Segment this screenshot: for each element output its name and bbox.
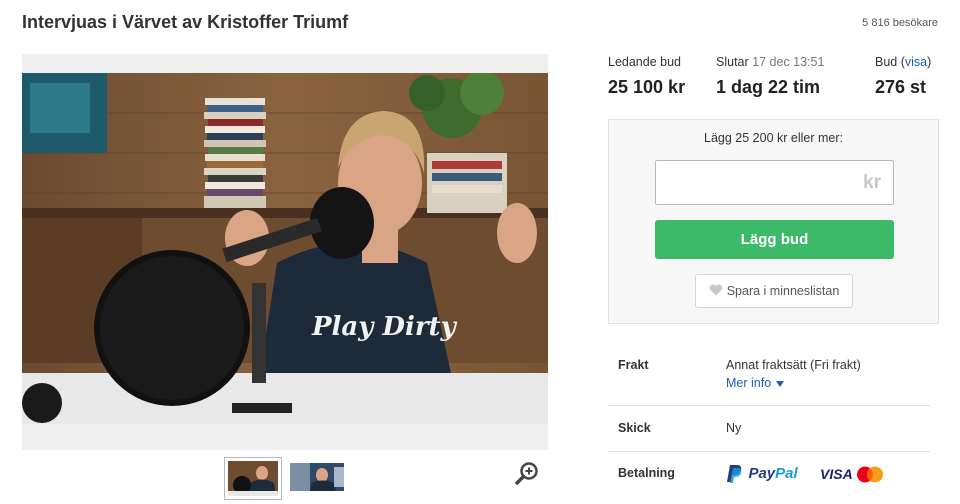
payment-logos: PayPal VISA xyxy=(726,464,883,484)
condition-row: Skick Ny xyxy=(608,405,930,451)
thumbnail-2[interactable] xyxy=(290,463,344,493)
bid-amount-input[interactable] xyxy=(656,161,893,204)
triangle-down-icon xyxy=(776,380,785,387)
page-title: Intervjuas i Värvet av Kristoffer Triumf xyxy=(22,12,349,32)
payment-row: Betalning PayPal VISA xyxy=(608,451,930,501)
main-photo[interactable]: Play Dirty xyxy=(22,73,548,424)
more-info-label: Mer info xyxy=(726,376,772,390)
payment-key: Betalning xyxy=(618,466,675,480)
leading-bid: Ledande bud 25 100 kr xyxy=(608,55,685,98)
bid-panel: Lägg 25 200 kr eller mer: kr Lägg bud Sp… xyxy=(608,119,939,324)
shipping-value: Annat fraktsätt (Fri frakt) xyxy=(726,358,861,372)
heart-icon xyxy=(709,276,723,308)
hoodie-text: Play Dirty xyxy=(311,312,458,342)
shipping-key: Frakt xyxy=(618,358,649,372)
currency-unit: kr xyxy=(863,172,881,193)
bid-count-label: Bud xyxy=(875,55,898,69)
bid-count-label-wrap: Bud (visa) xyxy=(875,55,931,69)
bid-count-value: 276 st xyxy=(875,77,927,97)
ends: Slutar 17 dec 13:51 1 dag 22 tim xyxy=(716,55,824,98)
zoom-in-icon[interactable] xyxy=(515,461,539,485)
bid-link-close: ) xyxy=(927,55,932,69)
save-label: Spara i minneslistan xyxy=(726,284,840,298)
place-bid-button[interactable]: Lägg bud xyxy=(655,220,894,259)
paypal-icon xyxy=(727,465,742,483)
shipping-row: Frakt Annat fraktsätt (Fri frakt) Mer in… xyxy=(608,347,930,405)
thumbnail-1[interactable] xyxy=(224,457,282,500)
more-info-link[interactable]: Mer info xyxy=(726,376,785,390)
condition-value: Ny xyxy=(726,421,742,435)
leading-bid-value: 25 100 kr xyxy=(608,77,686,97)
condition-key: Skick xyxy=(618,421,651,435)
ends-value: 1 dag 22 tim xyxy=(716,77,821,97)
visitor-count: 5 816 besökare xyxy=(862,17,938,29)
leading-bid-label: Ledande bud xyxy=(608,55,681,69)
bid-count: Bud (visa) 276 st xyxy=(875,55,931,98)
paypal-logo: PayPal xyxy=(748,465,797,482)
paypal-logo-pay: Pay xyxy=(748,465,776,483)
ends-label: Slutar xyxy=(716,55,749,69)
show-bids-link[interactable]: visa xyxy=(905,55,927,69)
mastercard-icon xyxy=(857,466,883,483)
visa-logo: VISA xyxy=(820,466,853,482)
main-image-frame[interactable]: Play Dirty xyxy=(22,54,548,450)
ends-date: 17 dec 13:51 xyxy=(752,55,825,69)
save-to-watchlist-button[interactable]: Spara i minneslistan xyxy=(695,274,853,308)
ends-label-wrap: Slutar 17 dec 13:51 xyxy=(716,55,824,69)
paypal-logo-pal: Pal xyxy=(775,465,798,483)
bid-hint: Lägg 25 200 kr eller mer: xyxy=(704,131,843,145)
bid-amount-field[interactable]: kr xyxy=(655,160,894,205)
